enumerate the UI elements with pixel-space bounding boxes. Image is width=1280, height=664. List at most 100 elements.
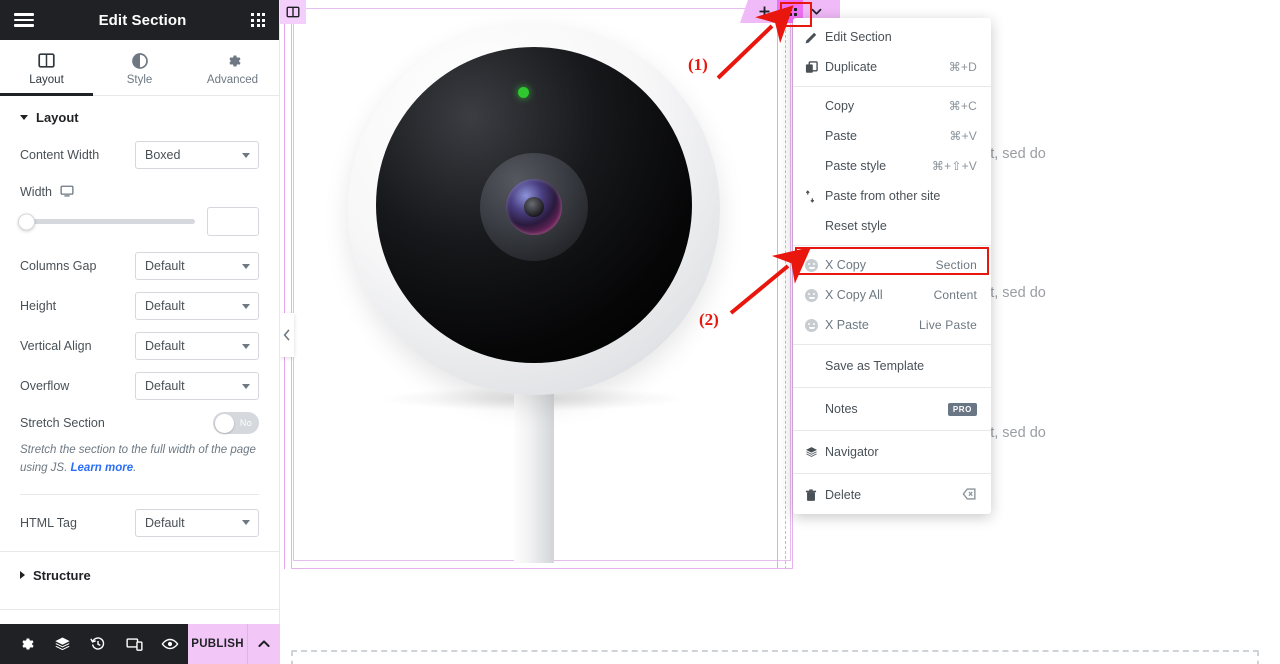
stretch-section-toggle[interactable]: No [213,412,259,434]
stretch-helper-tail: . [133,461,137,474]
menu-item-copy[interactable]: Copy ⌘+C [793,91,991,121]
section-header-layout[interactable]: Layout [0,96,279,135]
panel-header: Edit Section [0,0,279,40]
menu-item-label: Paste [825,129,857,143]
menu-separator [793,473,991,474]
menu-item-label: Delete [825,488,862,502]
editor-bottom-bar: PUBLISH [0,624,280,664]
annotation-label-2: (2) [699,310,719,329]
trash-icon [805,488,825,502]
width-input[interactable] [207,207,259,236]
responsive-devices-icon[interactable] [116,624,152,664]
width-label: Width [20,184,74,201]
chevron-down-icon [242,303,250,309]
control-overflow: Overflow Default [0,366,279,406]
control-width: Width [0,175,279,203]
menu-item-label: Duplicate [825,60,878,74]
menu-item-label: Edit Section [825,30,892,44]
menu-item-paste[interactable]: Paste ⌘+V [793,121,991,151]
learn-more-link[interactable]: Learn more [71,462,134,474]
menu-item-delete[interactable]: Delete [793,478,991,512]
height-label: Height [20,299,57,313]
chevron-down-icon [242,152,250,158]
hamburger-icon[interactable] [14,13,34,27]
chevron-down-icon [242,263,250,269]
control-vertical-align: Vertical Align Default [0,326,279,366]
menu-item-label: X Paste [825,318,869,332]
columns-gap-select[interactable]: Default [135,252,259,280]
panel-body: Layout Content Width Boxed Width Columns… [0,96,279,664]
page-title: Edit Section [98,11,187,29]
menu-item-paste-from-other-site[interactable]: Paste from other site [793,181,991,211]
section-header-structure[interactable]: Structure [0,552,279,593]
add-section-plus-icon[interactable] [751,0,777,23]
tab-advanced[interactable]: Advanced [186,40,279,95]
menu-item-label: Paste from other site [825,189,941,203]
chevron-down-icon [242,343,250,349]
overflow-select[interactable]: Default [135,372,259,400]
section-guide-right-dashed [785,0,786,569]
column-handle-icon[interactable] [280,0,306,24]
content-width-value: Boxed [145,148,181,162]
menu-item-shortcut: Section [935,258,977,272]
navigator-layers-icon[interactable] [44,624,80,664]
divider [20,493,259,495]
annotation-label-1: (1) [688,55,708,74]
grid-apps-icon[interactable] [251,13,265,27]
publish-button[interactable]: PUBLISH [188,624,248,664]
security-camera-image [328,5,758,563]
chevron-down-icon [242,520,250,526]
desktop-icon[interactable] [60,184,74,201]
section-header-structure-label: Structure [33,567,91,583]
width-slider-row [0,203,279,246]
settings-gear-icon[interactable] [8,624,44,664]
tab-advanced-label: Advanced [206,73,259,86]
face-icon [805,288,825,302]
width-label-text: Width [20,185,52,199]
menu-item-duplicate[interactable]: Duplicate ⌘+D [793,52,991,82]
face-icon [805,318,825,332]
menu-item-x-paste[interactable]: X Paste Live Paste [793,310,991,340]
width-slider-knob[interactable] [18,213,35,230]
stretch-section-value: No [239,418,252,428]
menu-item-x-copy-all[interactable]: X Copy All Content [793,280,991,310]
menu-item-shortcut: ⌘+⇧+V [931,159,977,173]
menu-separator [793,430,991,431]
height-select[interactable]: Default [135,292,259,320]
menu-item-label: Reset style [825,219,887,233]
html-tag-select[interactable]: Default [135,508,259,537]
menu-item-shortcut: ⌘+V [949,129,977,143]
menu-separator [793,344,991,345]
width-slider[interactable] [18,213,195,230]
panel-collapse-chevron-left-icon[interactable] [280,313,294,357]
publish-options-chevron-up-icon[interactable] [247,624,280,664]
menu-separator [793,86,991,87]
preview-eye-icon[interactable] [152,624,188,664]
control-stretch-section: Stretch Section No [0,406,279,440]
menu-item-notes[interactable]: Notes PRO [793,392,991,426]
camera-status-led [518,87,529,98]
tab-layout[interactable]: Layout [0,40,93,96]
add-element-dropzone[interactable] [291,650,1259,664]
vertical-align-select[interactable]: Default [135,332,259,360]
content-width-select[interactable]: Boxed [135,141,259,169]
menu-item-label: Navigator [825,445,879,459]
tab-style[interactable]: Style [93,40,186,95]
section-context-menu[interactable]: Edit Section Duplicate ⌘+D Copy ⌘+C Past… [793,18,991,514]
menu-item-reset-style[interactable]: Reset style [793,211,991,241]
menu-item-shortcut: Content [933,288,977,302]
pro-badge: PRO [947,402,977,416]
menu-item-edit-section[interactable]: Edit Section [793,22,991,52]
menu-item-navigator[interactable]: Navigator [793,435,991,469]
menu-item-label: Notes [825,402,858,416]
menu-item-x-copy[interactable]: X Copy Section [793,250,991,280]
menu-item-paste-style[interactable]: Paste style ⌘+⇧+V [793,151,991,181]
history-clock-icon[interactable] [80,624,116,664]
delete-key-icon [962,487,977,503]
vertical-align-value: Default [145,339,185,353]
section-separator [0,608,279,610]
editor-canvas[interactable]: net, consectetur adipiscing elit, sed do… [280,0,1280,664]
menu-item-save-as-template[interactable]: Save as Template [793,349,991,383]
gear-icon [225,53,241,69]
menu-item-label: Copy [825,99,855,113]
